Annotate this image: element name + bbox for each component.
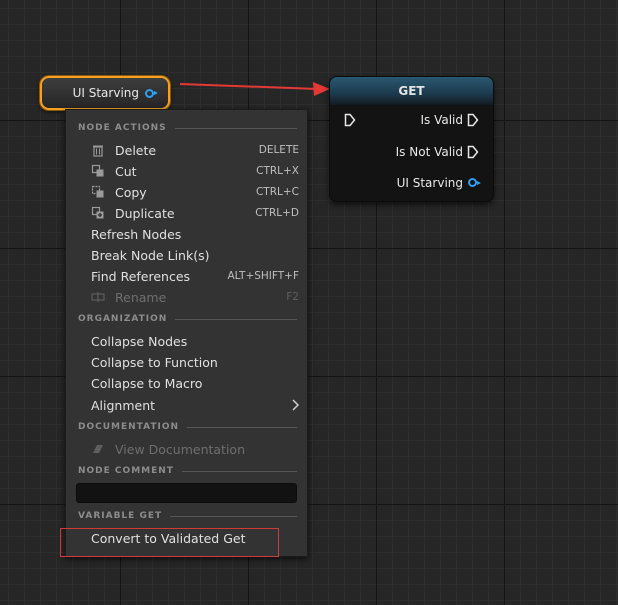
get-row-ui-starving: UI Starving [330, 173, 493, 193]
shortcut-label: DELETE [258, 144, 299, 156]
exec-input-pin-icon[interactable] [344, 113, 356, 127]
output-pin-icon[interactable] [145, 88, 158, 98]
node-comment-input[interactable] [76, 483, 297, 503]
menu-item-collapse-nodes[interactable]: Collapse Nodes [91, 331, 299, 351]
menu-item-rename[interactable]: Rename F2 [91, 287, 299, 307]
exec-output-pin-icon[interactable] [467, 145, 479, 159]
menu-item-convert-to-validated-get[interactable]: Convert to Validated Get [91, 528, 299, 548]
menu-item-view-documentation[interactable]: View Documentation [91, 439, 299, 459]
exec-output-pin-icon[interactable] [467, 113, 479, 127]
get-row-is-valid: Is Valid [330, 110, 493, 130]
section-node-comment: NODE COMMENT [78, 466, 297, 476]
menu-item-break-node-links[interactable]: Break Node Link(s) [91, 245, 299, 265]
object-output-pin-icon[interactable] [468, 178, 481, 187]
menu-item-alignment[interactable]: Alignment [91, 395, 299, 415]
menu-item-duplicate[interactable]: Duplicate CTRL+D [91, 203, 299, 223]
menu-item-find-references[interactable]: Find References ALT+SHIFT+F [91, 266, 299, 286]
get-row-is-not-valid: Is Not Valid [330, 142, 493, 162]
trash-icon [93, 145, 103, 157]
is-valid-label: Is Valid [420, 113, 463, 127]
menu-item-refresh-nodes[interactable]: Refresh Nodes [91, 224, 299, 244]
cut-icon [91, 164, 104, 177]
variable-get-node[interactable]: UI Starving [40, 76, 170, 110]
variable-node-label: UI Starving [72, 86, 139, 100]
validated-get-node[interactable]: GET Is Valid Is Not Valid UI Starving [329, 76, 494, 202]
ui-starving-pin-label: UI Starving [396, 176, 463, 190]
menu-item-collapse-to-function[interactable]: Collapse to Function [91, 352, 299, 372]
shortcut-label: F2 [286, 291, 299, 303]
chevron-right-icon [292, 399, 299, 411]
shortcut-label: ALT+SHIFT+F [227, 270, 299, 282]
rename-icon [91, 292, 105, 302]
duplicate-icon [91, 206, 104, 219]
menu-item-cut[interactable]: Cut CTRL+X [91, 161, 299, 181]
context-menu: NODE ACTIONS Delete DELETE Cut CTRL+X Co… [65, 109, 308, 557]
menu-item-collapse-to-macro[interactable]: Collapse to Macro [91, 373, 299, 393]
menu-item-copy[interactable]: Copy CTRL+C [91, 182, 299, 202]
section-variable-get: VARIABLE GET [78, 511, 297, 521]
shortcut-label: CTRL+D [255, 207, 299, 219]
menu-item-delete[interactable]: Delete DELETE [91, 140, 299, 160]
shortcut-label: CTRL+X [256, 165, 299, 177]
section-organization: ORGANIZATION [78, 314, 297, 324]
book-icon [93, 445, 103, 453]
copy-icon [91, 185, 104, 198]
section-node-actions: NODE ACTIONS [78, 123, 297, 133]
get-node-title: GET [330, 77, 493, 105]
is-not-valid-label: Is Not Valid [395, 145, 463, 159]
section-documentation: DOCUMENTATION [78, 422, 297, 432]
shortcut-label: CTRL+C [255, 186, 299, 198]
